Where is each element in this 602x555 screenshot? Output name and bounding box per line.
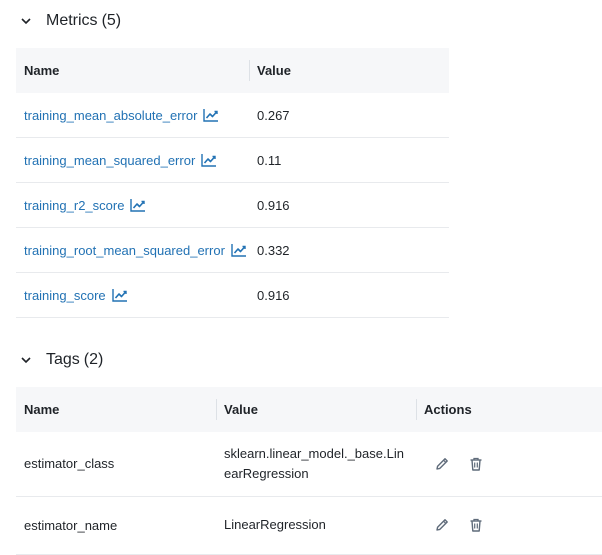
metrics-title: Metrics (46, 12, 98, 29)
metric-row: training_mean_absolute_error 0.267 (16, 93, 449, 138)
pencil-icon[interactable] (432, 454, 452, 474)
tags-section-toggle[interactable]: Tags (2) (16, 348, 103, 372)
tags-value-header[interactable]: Value (216, 387, 416, 432)
metric-value: 0.11 (249, 137, 449, 183)
metric-row: training_root_mean_squared_error 0.332 (16, 227, 449, 273)
tags-actions-header: Actions (416, 387, 602, 432)
tag-row: estimator_name LinearRegression (16, 496, 602, 555)
tag-value: LinearRegression (224, 517, 326, 532)
metric-name-cell: training_mean_absolute_error (16, 93, 249, 138)
metric-value: 0.267 (249, 93, 449, 138)
trash-icon[interactable] (466, 454, 486, 474)
metric-name-cell: training_mean_squared_error (16, 137, 249, 183)
line-chart-icon (231, 243, 247, 257)
metric-link[interactable]: training_mean_squared_error (24, 153, 217, 168)
metric-value: 0.332 (249, 227, 449, 273)
tags-section-title: Tags (2) (46, 351, 103, 369)
metrics-header-row: Name Value (16, 48, 449, 93)
tag-name: estimator_class (16, 432, 216, 497)
tags-count: (2) (83, 351, 104, 368)
pencil-icon[interactable] (432, 515, 452, 535)
metric-row: training_mean_squared_error 0.11 (16, 137, 449, 183)
metric-name: training_r2_score (24, 197, 125, 213)
tag-value-cell: LinearRegression (216, 496, 416, 555)
line-chart-icon (203, 108, 219, 122)
metric-name: training_root_mean_squared_error (24, 242, 225, 258)
tag-value: sklearn.linear_model._base.LinearRegress… (224, 445, 404, 481)
chevron-down-icon (16, 11, 36, 31)
tag-actions-cell (416, 496, 602, 555)
metric-link[interactable]: training_root_mean_squared_error (24, 243, 247, 258)
metric-name: training_mean_absolute_error (24, 107, 198, 123)
metric-value: 0.916 (249, 272, 449, 318)
metric-link[interactable]: training_r2_score (24, 198, 146, 213)
metric-name-cell: training_root_mean_squared_error (16, 227, 249, 273)
tag-value-cell: sklearn.linear_model._base.LinearRegress… (216, 432, 416, 497)
tags-name-header[interactable]: Name (16, 387, 216, 432)
metrics-value-header[interactable]: Value (249, 48, 449, 93)
metrics-count: (5) (101, 12, 122, 29)
tag-actions-cell (416, 432, 602, 497)
metric-name: training_score (24, 287, 106, 303)
metrics-name-header[interactable]: Name (16, 48, 249, 93)
tags-table: Name Value Actions estimator_class sklear… (16, 387, 602, 555)
metric-name-cell: training_r2_score (16, 182, 249, 228)
metrics-table: Name Value training_mean_absolute_error 0… (16, 48, 449, 318)
line-chart-icon (130, 198, 146, 212)
metric-row: training_score 0.916 (16, 272, 449, 318)
metric-row: training_r2_score 0.916 (16, 182, 449, 228)
tags-title: Tags (46, 351, 80, 368)
line-chart-icon (201, 153, 217, 167)
metric-name: training_mean_squared_error (24, 152, 196, 168)
trash-icon[interactable] (466, 515, 486, 535)
metric-name-cell: training_score (16, 272, 249, 318)
metric-value: 0.916 (249, 182, 449, 228)
chevron-down-icon (16, 350, 36, 370)
line-chart-icon (111, 288, 128, 302)
tags-header-row: Name Value Actions (16, 387, 602, 432)
tag-name: estimator_name (16, 496, 216, 555)
metric-link[interactable]: training_score (24, 288, 128, 303)
metrics-section-title: Metrics (5) (46, 12, 121, 30)
metric-link[interactable]: training_mean_absolute_error (24, 108, 219, 123)
metrics-section-toggle[interactable]: Metrics (5) (16, 9, 121, 33)
tag-row: estimator_class sklearn.linear_model._bas… (16, 432, 602, 497)
